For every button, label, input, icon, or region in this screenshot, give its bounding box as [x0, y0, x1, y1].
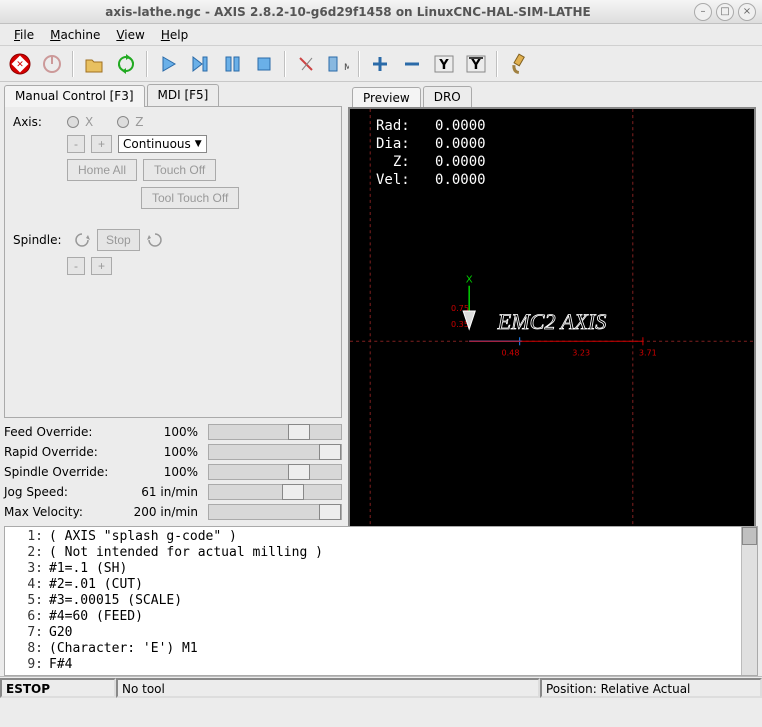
jog-increment-value: Continuous — [123, 137, 191, 151]
axis-label: Axis: — [13, 115, 61, 129]
gcode-lines: 1:( AXIS "splash g-code" ) 2:( Not inten… — [5, 527, 757, 675]
svg-text:Y: Y — [470, 58, 481, 73]
titlebar: axis-lathe.ngc - AXIS 2.8.2-10-g6d29f145… — [0, 0, 762, 24]
svg-text:3.23: 3.23 — [572, 348, 590, 357]
svg-text:✕: ✕ — [16, 60, 24, 70]
toolbar-separator — [284, 51, 286, 77]
home-all-button[interactable]: Home All — [67, 159, 137, 181]
left-tabs: Manual Control [F3] MDI [F5] — [4, 84, 342, 106]
status-position: Position: Relative Actual — [540, 678, 762, 698]
power-button[interactable] — [38, 50, 66, 78]
optional-stop-button[interactable]: M1 — [324, 50, 352, 78]
close-icon[interactable]: × — [738, 3, 756, 21]
pause-button[interactable] — [218, 50, 246, 78]
run-button[interactable] — [154, 50, 182, 78]
svg-text:3.71: 3.71 — [639, 348, 657, 357]
clear-plot-button[interactable] — [504, 50, 532, 78]
svg-text:M1: M1 — [344, 63, 349, 73]
open-button[interactable] — [80, 50, 108, 78]
axis-z-label: Z — [135, 115, 143, 129]
gcode-listing[interactable]: 1:( AXIS "splash g-code" ) 2:( Not inten… — [4, 526, 758, 676]
svg-text:Y: Y — [438, 58, 449, 73]
axis-x-radio[interactable] — [67, 116, 79, 128]
stop-button[interactable] — [250, 50, 278, 78]
spindle-label: Spindle: — [13, 233, 67, 247]
window-title: axis-lathe.ngc - AXIS 2.8.2-10-g6d29f145… — [6, 5, 690, 19]
view-y-button[interactable]: Y — [430, 50, 458, 78]
feed-override-slider[interactable] — [208, 424, 342, 440]
tab-dro[interactable]: DRO — [423, 86, 472, 107]
tab-manual-control[interactable]: Manual Control [F3] — [4, 85, 145, 107]
feed-override-label: Feed Override: — [4, 425, 124, 439]
gcode-scrollbar[interactable] — [741, 527, 757, 675]
statusbar: ESTOP No tool Position: Relative Actual — [0, 676, 762, 698]
touch-off-button[interactable]: Touch Off — [143, 159, 216, 181]
overrides-panel: Feed Override: 100% Rapid Override: 100%… — [4, 422, 342, 522]
maximize-icon[interactable]: □ — [716, 3, 734, 21]
svg-text:EMC2 AXIS: EMC2 AXIS — [497, 309, 607, 334]
toolbar: ✕ M1 Y Y — [0, 46, 762, 82]
jog-speed-value: 61 in/min — [84, 485, 208, 499]
toolbar-separator — [496, 51, 498, 77]
view-y2-button[interactable]: Y — [462, 50, 490, 78]
menu-file[interactable]: File — [6, 26, 42, 44]
status-tool: No tool — [116, 678, 540, 698]
manual-panel: Axis: X Z - + Continuous ▼ Home All Touc… — [4, 106, 342, 418]
axis-x-label: X — [85, 115, 93, 129]
feed-override-value: 100% — [124, 425, 208, 439]
step-button[interactable] — [186, 50, 214, 78]
right-tabs: Preview DRO — [352, 86, 752, 107]
max-velocity-label: Max Velocity: — [4, 505, 84, 519]
tab-mdi[interactable]: MDI [F5] — [147, 84, 220, 106]
jog-speed-label: Jog Speed: — [4, 485, 84, 499]
svg-text:X: X — [466, 275, 473, 286]
max-velocity-value: 200 in/min — [84, 505, 208, 519]
spindle-override-slider[interactable] — [208, 464, 342, 480]
menu-view[interactable]: View — [108, 26, 152, 44]
spindle-override-label: Spindle Override: — [4, 465, 124, 479]
preview-canvas[interactable]: Rad: 0.0000 Dia: 0.0000 Z: 0.0000 Vel: 0… — [348, 107, 756, 529]
zoom-out-button[interactable] — [398, 50, 426, 78]
right-panel: Preview DRO Rad: 0.0000 Dia: 0.0000 Z: 0… — [346, 82, 762, 526]
menu-help[interactable]: Help — [153, 26, 196, 44]
rapid-override-slider[interactable] — [208, 444, 342, 460]
spindle-plus-button[interactable]: + — [91, 257, 112, 275]
jog-increment-select[interactable]: Continuous ▼ — [118, 135, 207, 153]
spindle-minus-button[interactable]: - — [67, 257, 85, 275]
jog-speed-slider[interactable] — [208, 484, 342, 500]
status-estop: ESTOP — [0, 678, 116, 698]
toolbar-separator — [146, 51, 148, 77]
left-panel: Manual Control [F3] MDI [F5] Axis: X Z -… — [0, 82, 346, 526]
main-area: Manual Control [F3] MDI [F5] Axis: X Z -… — [0, 82, 762, 526]
reload-button[interactable] — [112, 50, 140, 78]
skip-lines-button[interactable] — [292, 50, 320, 78]
dro-readout: Rad: 0.0000 Dia: 0.0000 Z: 0.0000 Vel: 0… — [376, 117, 486, 189]
spindle-ccw-icon[interactable] — [73, 231, 91, 249]
toolbar-separator — [72, 51, 74, 77]
jog-minus-button[interactable]: - — [67, 135, 85, 153]
tab-preview[interactable]: Preview — [352, 87, 421, 108]
chevron-down-icon: ▼ — [195, 139, 202, 149]
jog-plus-button[interactable]: + — [91, 135, 112, 153]
max-velocity-slider[interactable] — [208, 504, 342, 520]
menubar: File Machine View Help — [0, 24, 762, 46]
menu-machine[interactable]: Machine — [42, 26, 108, 44]
spindle-stop-button[interactable]: Stop — [97, 229, 140, 251]
zoom-in-button[interactable] — [366, 50, 394, 78]
minimize-icon[interactable]: – — [694, 3, 712, 21]
toolbar-separator — [358, 51, 360, 77]
svg-text:0.48: 0.48 — [502, 348, 520, 357]
tool-touch-off-button[interactable]: Tool Touch Off — [141, 187, 239, 209]
rapid-override-label: Rapid Override: — [4, 445, 124, 459]
rapid-override-value: 100% — [124, 445, 208, 459]
estop-button[interactable]: ✕ — [6, 50, 34, 78]
spindle-override-value: 100% — [124, 465, 208, 479]
axis-z-radio[interactable] — [117, 116, 129, 128]
spindle-cw-icon[interactable] — [146, 231, 164, 249]
